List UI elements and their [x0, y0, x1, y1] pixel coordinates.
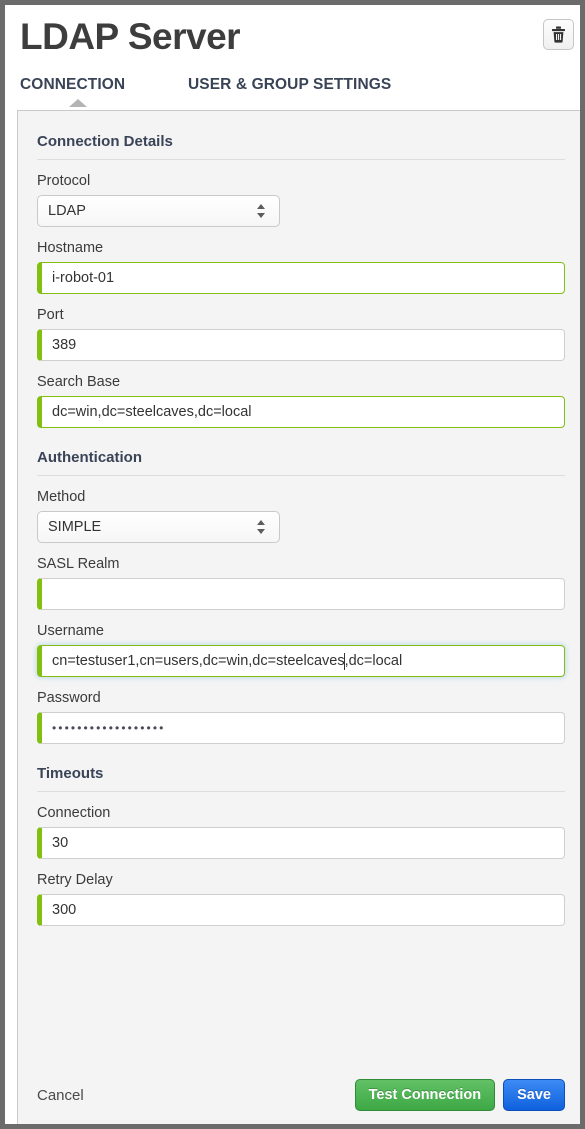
- connection-timeout-input[interactable]: [37, 827, 565, 859]
- retry-delay-input[interactable]: [37, 894, 565, 926]
- method-select-wrap: SIMPLE: [37, 511, 280, 543]
- page-header: LDAP Server: [10, 10, 580, 72]
- search-base-label: Search Base: [37, 374, 121, 390]
- chevron-updown-icon: [257, 203, 266, 219]
- hostname-input[interactable]: [37, 262, 565, 294]
- cancel-button[interactable]: Cancel: [37, 1087, 84, 1104]
- tab-user-group-settings[interactable]: USER & GROUP SETTINGS: [188, 76, 391, 94]
- field-username: Username cn=testuser1,cn=users,dc=win,dc…: [37, 623, 565, 677]
- field-port: Port: [37, 307, 565, 361]
- password-label: Password: [37, 690, 101, 706]
- field-retry-delay: Retry Delay: [37, 872, 565, 926]
- password-masked-value: ••••••••••••••••••: [52, 721, 166, 735]
- trash-icon: [551, 26, 566, 43]
- username-text-before-caret: cn=testuser1,cn=users,dc=win,dc=steelcav…: [52, 653, 345, 669]
- section-title-connection-details: Connection Details: [37, 133, 565, 160]
- field-protocol: Protocol LDAP: [37, 173, 565, 227]
- form-footer: Cancel Test Connection Save: [18, 1064, 580, 1124]
- username-input[interactable]: cn=testuser1,cn=users,dc=win,dc=steelcav…: [37, 645, 565, 677]
- page-title: LDAP Server: [20, 16, 241, 57]
- chevron-updown-icon: [257, 519, 266, 535]
- delete-button[interactable]: [543, 19, 574, 50]
- field-connection-timeout: Connection: [37, 805, 565, 859]
- port-input[interactable]: [37, 329, 565, 361]
- app-window: LDAP Server CONNECTION USER & GROUP SETT: [0, 0, 585, 1129]
- settings-panel: Connection Details Protocol LDAP Hostnam…: [17, 110, 580, 1124]
- hostname-label: Hostname: [37, 240, 104, 256]
- test-connection-button[interactable]: Test Connection: [354, 1079, 496, 1111]
- password-input[interactable]: ••••••••••••••••••: [37, 712, 565, 744]
- tab-connection[interactable]: CONNECTION: [20, 76, 125, 94]
- field-method: Method SIMPLE: [37, 489, 565, 543]
- footer-actions: Test Connection Save: [354, 1079, 565, 1111]
- section-title-timeouts: Timeouts: [37, 765, 565, 792]
- method-select[interactable]: SIMPLE: [37, 511, 280, 543]
- section-title-authentication: Authentication: [37, 449, 565, 476]
- method-label: Method: [37, 489, 86, 505]
- retry-delay-label: Retry Delay: [37, 872, 113, 888]
- page-container: LDAP Server CONNECTION USER & GROUP SETT: [10, 10, 580, 1124]
- protocol-select[interactable]: LDAP: [37, 195, 280, 227]
- field-search-base: Search Base: [37, 374, 565, 428]
- field-sasl-realm: SASL Realm: [37, 556, 565, 610]
- field-hostname: Hostname: [37, 240, 565, 294]
- username-text-after-caret: ,dc=local: [344, 653, 403, 669]
- tab-bar: CONNECTION USER & GROUP SETTINGS: [10, 72, 580, 107]
- connection-timeout-label: Connection: [37, 805, 111, 821]
- protocol-label: Protocol: [37, 173, 91, 189]
- save-button[interactable]: Save: [503, 1079, 565, 1111]
- protocol-select-wrap: LDAP: [37, 195, 280, 227]
- username-label: Username: [37, 623, 104, 639]
- field-password: Password ••••••••••••••••••: [37, 690, 565, 744]
- search-base-input[interactable]: [37, 396, 565, 428]
- sasl-realm-input[interactable]: [37, 578, 565, 610]
- active-tab-indicator-icon: [69, 99, 87, 107]
- port-label: Port: [37, 307, 64, 323]
- sasl-realm-label: SASL Realm: [37, 556, 120, 572]
- settings-form: Connection Details Protocol LDAP Hostnam…: [18, 111, 580, 926]
